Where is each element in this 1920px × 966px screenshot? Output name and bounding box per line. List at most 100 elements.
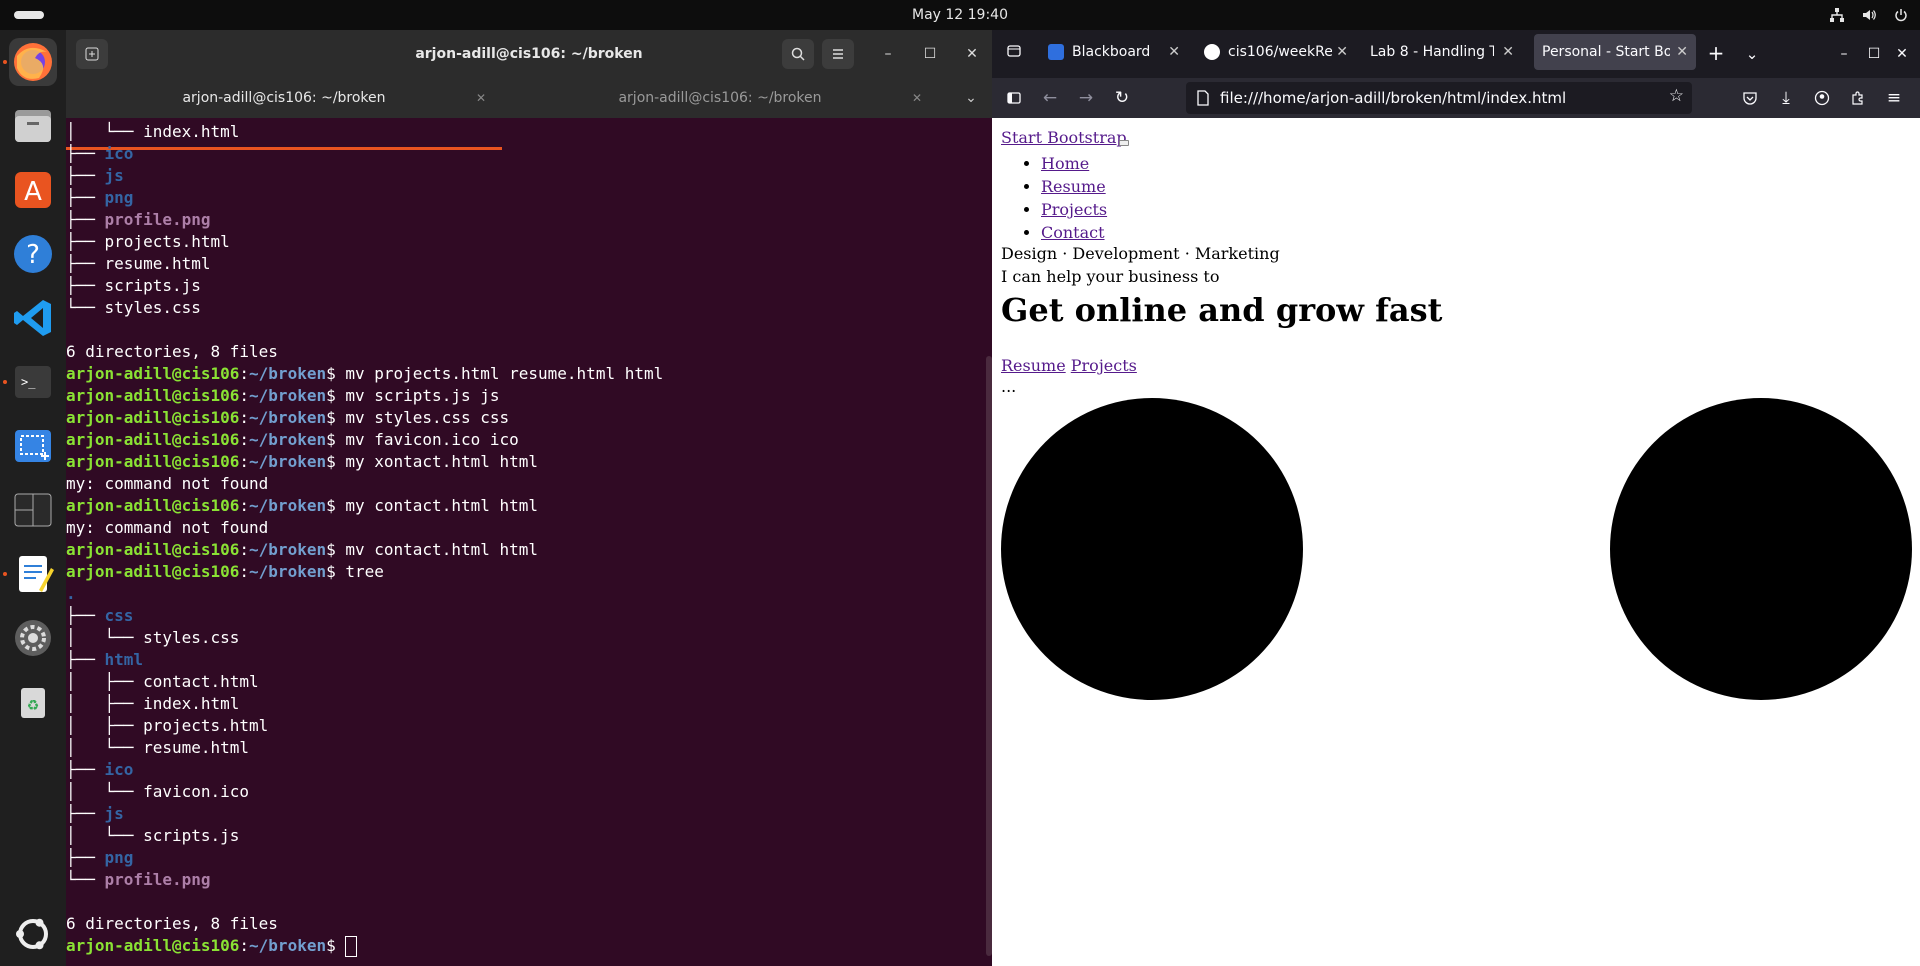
close-tab-icon[interactable]: ✕	[1502, 34, 1514, 70]
tree-entry: resume.html	[104, 254, 211, 273]
account-icon[interactable]	[1810, 86, 1834, 110]
browser-tab-blackboard[interactable]: Blackboard ✕	[1040, 34, 1188, 70]
screenshot-icon[interactable]	[9, 422, 57, 470]
nav-link-resume[interactable]: Resume	[1041, 177, 1106, 196]
maximize-icon[interactable]: ☐	[1862, 42, 1886, 66]
reload-icon[interactable]: ↻	[1110, 86, 1134, 110]
files-icon[interactable]	[9, 102, 57, 150]
browser-tab-github[interactable]: cis106/weekRep ✕	[1196, 34, 1356, 70]
tree-branch: ├──	[66, 804, 105, 823]
tree-branch: ├──	[66, 848, 105, 867]
forward-icon[interactable]: →	[1074, 86, 1098, 110]
terminal-line: ├── png	[66, 847, 133, 869]
nav-link-projects[interactable]: Projects	[1041, 200, 1107, 219]
navbar-toggler-button[interactable]	[1119, 140, 1129, 146]
close-tab-icon[interactable]: ✕	[1336, 34, 1348, 70]
tree-branch: ├──	[66, 232, 105, 251]
tree-entry: contact.html	[143, 672, 259, 691]
ubuntu-icon[interactable]	[9, 910, 57, 958]
address-bar[interactable]: file:///home/arjon-adill/broken/html/ind…	[1186, 82, 1692, 114]
terminal-line: │ ├── contact.html	[66, 671, 259, 693]
tab-overview-icon[interactable]	[1002, 42, 1026, 66]
tree-entry: css	[104, 606, 134, 625]
back-icon[interactable]: ←	[1038, 86, 1062, 110]
settings-icon[interactable]	[9, 614, 57, 662]
terminal-output[interactable]: │ └── index.html ├── ico ├── js ├── png ├── …	[66, 120, 992, 966]
page-content: Start Bootstrap Home Resume Projects Con…	[992, 118, 1920, 966]
terminal-icon[interactable]: >_	[9, 358, 57, 406]
vscode-icon[interactable]	[9, 294, 57, 342]
power-icon[interactable]	[1894, 8, 1908, 22]
text-editor-icon[interactable]	[9, 550, 57, 598]
close-tab-icon[interactable]: ✕	[912, 78, 922, 118]
tree-entry: ico	[104, 144, 134, 163]
list-tabs-icon[interactable]: ⌄	[1740, 42, 1764, 66]
tree-branch: │ └──	[66, 738, 144, 757]
sidebar-icon[interactable]	[1002, 86, 1026, 110]
clock[interactable]: May 12 19:40	[0, 0, 1920, 30]
extensions-icon[interactable]	[1846, 86, 1870, 110]
svg-text:A: A	[24, 177, 42, 207]
prompt-user: arjon-adill@cis106	[66, 430, 240, 449]
terminal-line: └── profile.png	[66, 869, 211, 891]
prompt-user: arjon-adill@cis106	[66, 452, 240, 471]
resume-button[interactable]: Resume	[1001, 356, 1066, 375]
tree-branch: ├──	[66, 210, 105, 229]
tree-branch: ├──	[66, 254, 105, 273]
tree-branch: │ └──	[66, 782, 144, 801]
tab-label: arjon-adill@cis106: ~/broken	[618, 90, 822, 106]
trash-icon[interactable]: ♻	[9, 678, 57, 726]
system-tray[interactable]	[1830, 0, 1908, 30]
tabs-dropdown-icon[interactable]: ⌄	[956, 78, 986, 118]
app-center-icon[interactable]: A	[9, 166, 57, 214]
tree-entry: scripts.js	[143, 826, 240, 845]
prompt-user: arjon-adill@cis106	[66, 936, 240, 955]
prompt-symbol: $	[326, 408, 346, 427]
terminal-tab-2[interactable]: arjon-adill@cis106: ~/broken ✕	[502, 78, 938, 118]
terminal-line: arjon-adill@cis106:~/broken$ mv scripts.…	[66, 385, 499, 407]
menu-icon[interactable]	[822, 39, 854, 69]
terminal-line: ├── png	[66, 187, 133, 209]
terminal-line: │ ├── projects.html	[66, 715, 268, 737]
brand-link[interactable]: Start Bootstrap	[1001, 128, 1127, 147]
pocket-icon[interactable]	[1738, 86, 1762, 110]
maximize-icon[interactable]: ☐	[920, 44, 940, 64]
close-tab-icon[interactable]: ✕	[476, 78, 486, 118]
close-icon[interactable]: ✕	[962, 44, 982, 64]
help-icon[interactable]: ?	[9, 230, 57, 278]
command-text: mv contact.html html	[345, 540, 539, 559]
circle-shape-right	[1610, 398, 1912, 700]
search-icon[interactable]	[782, 39, 814, 69]
tree-entry: projects.html	[104, 232, 230, 251]
tree-branch: ├──	[66, 650, 105, 669]
minimize-icon[interactable]: –	[1832, 42, 1856, 66]
volume-icon[interactable]	[1862, 8, 1876, 22]
terminal-line: │ └── favicon.ico	[66, 781, 249, 803]
browser-tabstrip: Blackboard ✕ cis106/weekRep ✕ Lab 8 - Ha…	[992, 30, 1920, 78]
command-text: mv scripts.js js	[345, 386, 500, 405]
url-text: file:///home/arjon-adill/broken/html/ind…	[1220, 89, 1567, 107]
close-icon[interactable]: ✕	[1890, 42, 1914, 66]
prompt-user: arjon-adill@cis106	[66, 364, 240, 383]
terminal-split-icon[interactable]	[9, 486, 57, 534]
browser-tab-personal[interactable]: Personal - Start Boo ✕	[1534, 34, 1696, 70]
downloads-icon[interactable]: ⤓	[1774, 86, 1798, 110]
browser-tab-lab8[interactable]: Lab 8 - Handling Tex ✕	[1362, 34, 1522, 70]
close-tab-icon[interactable]: ✕	[1676, 34, 1688, 70]
nav-link-home[interactable]: Home	[1041, 154, 1089, 173]
terminal-tab-1[interactable]: arjon-adill@cis106: ~/broken ✕	[66, 78, 502, 118]
tree-entry: profile.png	[104, 210, 211, 229]
network-icon[interactable]	[1830, 8, 1844, 22]
nav-link-contact[interactable]: Contact	[1041, 223, 1105, 242]
app-menu-icon[interactable]: ≡	[1882, 86, 1906, 110]
firefox-icon[interactable]	[9, 38, 57, 86]
command-text: mv favicon.ico ico	[345, 430, 519, 449]
close-tab-icon[interactable]: ✕	[1168, 34, 1180, 70]
projects-button[interactable]: Projects	[1071, 356, 1137, 375]
new-tab-icon[interactable]: +	[1704, 42, 1728, 66]
terminal-line: ├── scripts.js	[66, 275, 201, 297]
minimize-icon[interactable]: –	[878, 44, 898, 64]
prompt-separator: :	[239, 386, 250, 405]
bookmark-star-icon[interactable]: ☆	[1669, 86, 1684, 106]
prompt-symbol: $	[326, 540, 346, 559]
